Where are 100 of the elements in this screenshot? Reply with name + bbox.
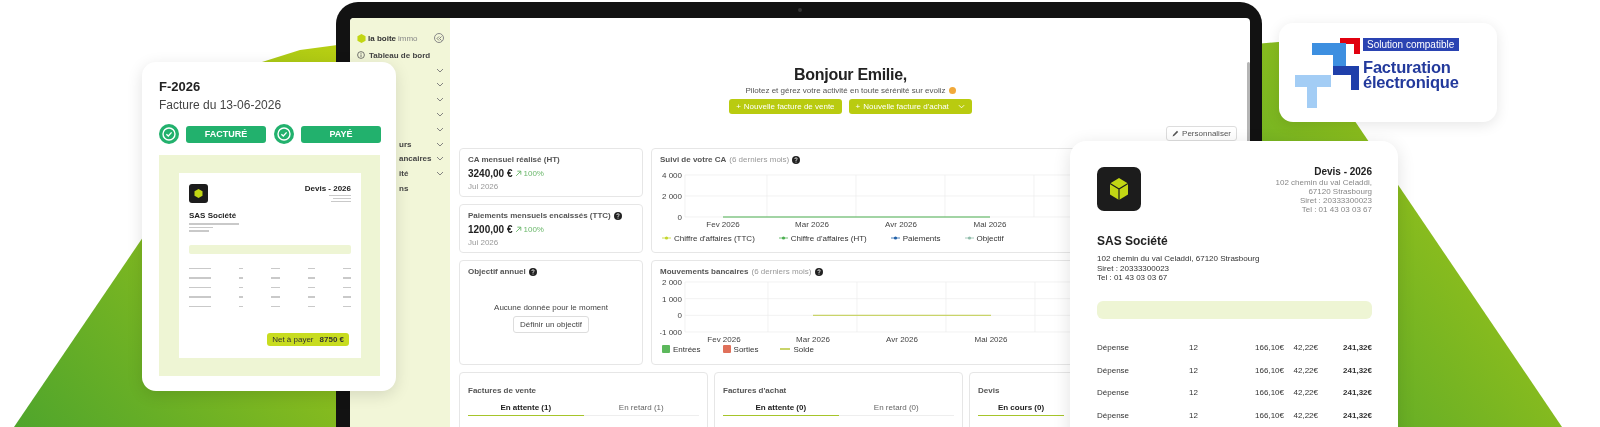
axis-category-label: Mar 2026: [795, 220, 829, 229]
axis-category-label: Mai 2026: [974, 335, 1008, 343]
tab[interactable]: En retard (0): [838, 403, 954, 416]
company-logo-icon: [189, 184, 208, 203]
logo-arrows-icon: [1293, 35, 1363, 110]
badge-subtitle: électronique: [1363, 75, 1459, 90]
help-icon[interactable]: [528, 267, 537, 276]
table-cell-text: 12: [1189, 388, 1199, 398]
invoice-number: F-2026: [159, 79, 202, 95]
axis-category-label: Mai 2026: [973, 220, 1007, 229]
chevron-down-icon[interactable]: [436, 82, 444, 88]
badge-tag: Solution compatible: [1363, 38, 1459, 51]
axis-tick-label: 1 000: [661, 294, 682, 304]
card-title: Paiements mensuels encaissés (TTC): [468, 211, 611, 220]
logo-icon: [357, 33, 366, 43]
tab[interactable]: En attente (0): [723, 403, 839, 416]
placeholder-line: [189, 267, 211, 270]
legend-marker-icon: [890, 236, 900, 240]
tab[interactable]: En retard (1): [583, 403, 699, 416]
card-title: Factures d'achat: [723, 386, 787, 395]
axis-category-label: Fev 2026: [707, 335, 741, 343]
status-badge: FACTURÉ: [186, 125, 266, 143]
chevron-down-icon[interactable]: [436, 141, 444, 147]
axis-tick-label: 2 000: [661, 278, 682, 287]
help-icon[interactable]: [613, 211, 622, 220]
placeholder-line: [271, 277, 280, 279]
kpi-value: 3240,00 €: [468, 168, 513, 179]
chevron-down-icon[interactable]: [436, 97, 444, 103]
table-cell-text: Dépense: [1097, 388, 1131, 398]
table-cell-text: 241,32€: [1342, 388, 1372, 398]
camera-dot: [798, 8, 802, 12]
company-logo-icon: [1097, 167, 1141, 211]
sidebar-item[interactable]: ancaires: [399, 154, 432, 164]
badge-title: Facturation: [1363, 60, 1452, 75]
legend-marker-icon: [964, 236, 974, 240]
kpi-period: Jul 2026: [468, 182, 500, 192]
total-amount: 8750 €: [319, 335, 344, 344]
smiley-icon: [948, 87, 956, 94]
collapse-button[interactable]: [434, 33, 444, 43]
address-line: 67120 Strasbourg: [1308, 187, 1372, 196]
legend-marker-icon: [662, 236, 671, 240]
table-cell-text: 42,22€: [1292, 388, 1318, 398]
legend-swatch: [722, 345, 731, 353]
legend-swatch: [662, 345, 670, 353]
help-icon[interactable]: [814, 267, 823, 276]
client-name: SAS Société: [1097, 234, 1169, 248]
invoice-date: Facture du 13-06-2026: [159, 98, 283, 112]
placeholder-line: [189, 230, 209, 232]
axis-category-label: Avr 2026: [885, 220, 917, 229]
subtitle: Pilotez et gérez votre activité en toute sérénité sur evoliz: [745, 86, 946, 95]
axis-tick-label: -1 000: [660, 328, 682, 337]
pencil-icon: [1172, 130, 1180, 137]
sidebar-item[interactable]: ité: [399, 169, 409, 179]
info-icon: [357, 51, 365, 60]
kpi-trend: 100%: [523, 169, 544, 178]
placeholder-line: [271, 305, 280, 308]
table-cell-text: 42,22€: [1292, 365, 1318, 375]
brand-suffix: immo: [398, 33, 418, 43]
axis-tick-label: 2 000: [661, 192, 682, 201]
placeholder-line: [189, 305, 211, 308]
card-title: CA mensuel réalisé (HT): [468, 155, 560, 164]
table-cell-text: 42,22€: [1292, 410, 1318, 420]
placeholder-line: [271, 286, 280, 289]
placeholder-line: [271, 267, 280, 270]
chevron-down-icon[interactable]: [436, 67, 444, 73]
customize-button[interactable]: Personnaliser: [1166, 126, 1237, 141]
legend-label: Entrées: [673, 344, 701, 354]
card-subtitle: (6 derniers mois): [751, 267, 812, 276]
legend-label: Objectif: [976, 233, 1004, 243]
legend-label: Chiffre d'affaires (HT): [790, 233, 867, 243]
kpi-period: Jui 2026: [468, 238, 500, 248]
sidebar-item[interactable]: ns: [399, 184, 409, 194]
chevron-down-icon[interactable]: [436, 156, 444, 162]
client-detail: 102 chemin du val Celaddi, 67120 Strasbourg: [1097, 254, 1261, 264]
sidebar-item[interactable]: urs: [399, 139, 412, 149]
tab[interactable]: En attente (1): [468, 403, 584, 416]
table-cell-text: 241,32€: [1342, 410, 1372, 420]
trend-up-icon: [514, 226, 522, 233]
brand-name: la boite: [368, 33, 396, 43]
table-cell-text: 12: [1189, 343, 1199, 353]
help-icon[interactable]: [792, 155, 801, 164]
client-detail: Siret : 20333300023: [1097, 263, 1171, 273]
axis-tick-label: 0: [677, 213, 682, 222]
card-title: Factures de vente: [468, 386, 537, 395]
axis-tick-label: 4 000: [661, 171, 682, 180]
address-line: Tel : 01 43 03 03 67: [1301, 205, 1372, 214]
legend-marker-icon: [778, 236, 788, 240]
set-goal-button[interactable]: Définir un objectif: [513, 316, 589, 333]
card-title: Objectif annuel: [468, 267, 526, 276]
tab[interactable]: En cours (0): [978, 403, 1064, 416]
legend-label: Chiffre d'affaires (TTC): [674, 233, 755, 243]
total-label: Net à payer: [272, 335, 314, 344]
client-detail: Tel : 01 43 03 03 67: [1097, 273, 1169, 283]
address-line: 102 chemin du val Celaddi,: [1275, 178, 1372, 187]
scrollbar[interactable]: [1247, 62, 1250, 144]
chevron-down-icon[interactable]: [436, 171, 444, 177]
sidebar-item[interactable]: Tableau de bord: [357, 50, 431, 60]
table-cell-text: 241,32€: [1342, 365, 1372, 375]
table-cell-text: 42,22€: [1292, 343, 1318, 353]
legend-label: Sorties: [733, 344, 759, 354]
